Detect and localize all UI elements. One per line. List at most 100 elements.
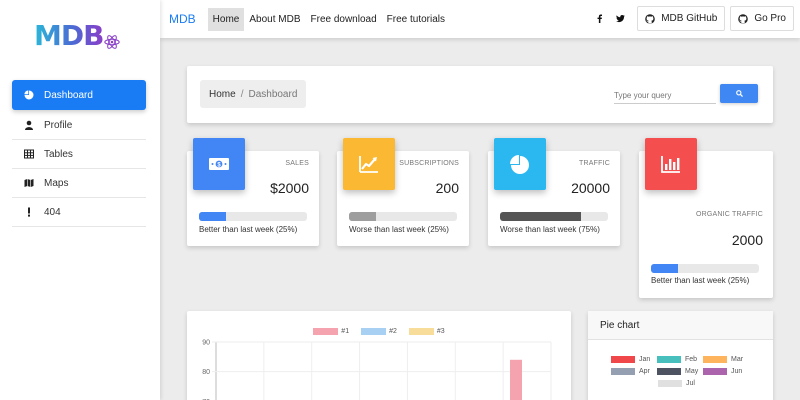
search-input[interactable] (614, 84, 716, 104)
exclamation-icon (23, 206, 35, 218)
bar-chart-icon (661, 156, 680, 173)
stat-card-organic-traffic: ORGANIC TRAFFIC 2000 Better than last we… (639, 138, 773, 298)
progress-bar (500, 212, 608, 221)
progress-bar-fill (349, 212, 376, 221)
pie-legend: Jan Feb Mar Apr May Jun Jul (611, 356, 751, 392)
go-pro-button[interactable]: Go Pro (730, 6, 794, 31)
github-icon (738, 13, 749, 24)
progress-bar (651, 264, 759, 273)
pie-legend-item[interactable]: Mar (703, 356, 749, 363)
progress-bar-fill (500, 212, 581, 221)
sidebar-item-profile[interactable]: Profile (12, 111, 146, 140)
bar-chart-card: #1 #2 #3 908070 (187, 311, 571, 400)
sidebar-item-maps[interactable]: Maps (12, 169, 146, 198)
legend-label: Mar (731, 356, 744, 363)
user-icon (23, 119, 35, 131)
sidebar-item-label: Maps (44, 177, 69, 189)
legend-label: Feb (685, 356, 698, 363)
legend-swatch (611, 368, 635, 375)
github-button[interactable]: MDB GitHub (637, 6, 726, 31)
pie-legend-item[interactable]: Jul (658, 380, 704, 387)
stat-label: SALES (285, 160, 309, 167)
stat-note: Worse than last week (25%) (349, 225, 449, 234)
legend-label: Jul (686, 380, 695, 387)
legend-swatch (703, 356, 727, 363)
facebook-icon[interactable] (590, 10, 608, 28)
sidebar-nav: Dashboard Profile Tables Maps 404 (12, 80, 146, 227)
sidebar: MDB Dashboard Profile Tables Maps 404 (0, 0, 160, 400)
stat-value: 20000 (571, 180, 610, 196)
sidebar-item-dashboard[interactable]: Dashboard (12, 80, 146, 110)
nav-link-free-download[interactable]: Free download (306, 8, 382, 31)
search-icon (735, 90, 743, 97)
logo[interactable]: MDB (34, 16, 126, 56)
sidebar-item-label: Profile (44, 119, 73, 131)
twitter-icon[interactable] (611, 10, 629, 28)
pie-legend-row: Jul (611, 380, 751, 392)
breadcrumb-current: Dashboard (248, 88, 298, 100)
legend-label: May (685, 368, 699, 375)
legend-label: Apr (639, 368, 650, 375)
legend-swatch (658, 380, 682, 387)
sidebar-item-label: Tables (44, 148, 73, 160)
legend-label: Jun (731, 368, 743, 375)
sidebar-item-label: Dashboard (44, 89, 93, 101)
pie-legend-item[interactable]: Jun (703, 368, 749, 375)
pie-legend-item[interactable]: Apr (611, 368, 657, 375)
stat-note: Better than last week (25%) (199, 225, 298, 234)
money-icon: $ (209, 158, 229, 170)
pie-chart-icon (510, 155, 529, 174)
legend-swatch (657, 356, 681, 363)
table-icon (23, 148, 35, 160)
stat-icon-box (343, 138, 395, 190)
sidebar-item-404[interactable]: 404 (12, 198, 146, 227)
navbar-right: MDB GitHub Go Pro (590, 6, 794, 31)
go-pro-button-label: Go Pro (754, 13, 786, 24)
progress-bar-fill (199, 212, 226, 221)
bar-chart: 908070 (202, 340, 552, 400)
github-button-label: MDB GitHub (661, 13, 718, 24)
breadcrumb-card: Home / Dashboard (187, 66, 773, 123)
sidebar-item-label: 404 (44, 206, 61, 218)
pie-chart-title: Pie chart (600, 319, 640, 331)
stat-card-traffic: TRAFFIC 20000 Worse than last week (75%) (488, 138, 620, 246)
logo-text: MDB (34, 19, 104, 52)
progress-bar-fill (651, 264, 678, 273)
y-tick-label: 90 (202, 340, 210, 347)
stat-note: Better than last week (25%) (651, 276, 750, 285)
pie-chart-icon (23, 89, 35, 101)
pie-legend-item[interactable]: Jan (611, 356, 657, 363)
legend-label: Jan (639, 356, 651, 363)
react-atom-icon (104, 35, 120, 49)
stat-icon-box: $ (193, 138, 245, 190)
legend-swatch (611, 356, 635, 363)
stat-label: ORGANIC TRAFFIC (695, 211, 763, 218)
breadcrumb-home[interactable]: Home (209, 89, 236, 100)
nav-link-about[interactable]: About MDB (244, 8, 305, 31)
pie-legend-item[interactable]: May (657, 368, 703, 375)
sidebar-item-tables[interactable]: Tables (12, 140, 146, 169)
search-button[interactable] (720, 84, 758, 103)
stat-note: Worse than last week (75%) (500, 225, 600, 234)
stat-value: 200 (435, 180, 459, 196)
github-icon (645, 13, 655, 24)
progress-bar (349, 212, 457, 221)
breadcrumb: Home / Dashboard (200, 80, 307, 108)
stat-card-subscriptions: SUBSCRIPTIONS 200 Worse than last week (… (337, 138, 469, 246)
breadcrumb-separator: / (240, 88, 244, 100)
stat-label: TRAFFIC (579, 160, 610, 167)
nav-link-home[interactable]: Home (207, 7, 245, 31)
pie-legend-item[interactable]: Feb (657, 356, 703, 363)
line-chart-icon (359, 156, 378, 173)
stat-value: 2000 (731, 232, 763, 248)
navbar-brand[interactable]: MDB (169, 12, 196, 26)
top-navbar: MDB Home About MDB Free download Free tu… (160, 0, 800, 38)
stat-icon-box (494, 138, 546, 190)
nav-link-free-tutorials[interactable]: Free tutorials (382, 8, 450, 31)
pie-chart-card: Pie chart Jan Feb Mar Apr May Jun Jul (588, 311, 773, 400)
legend-swatch (703, 368, 727, 375)
stat-label: SUBSCRIPTIONS (399, 160, 459, 167)
chart-bar[interactable] (510, 359, 522, 400)
stat-value: $2000 (270, 180, 309, 196)
legend-swatch (657, 368, 681, 375)
